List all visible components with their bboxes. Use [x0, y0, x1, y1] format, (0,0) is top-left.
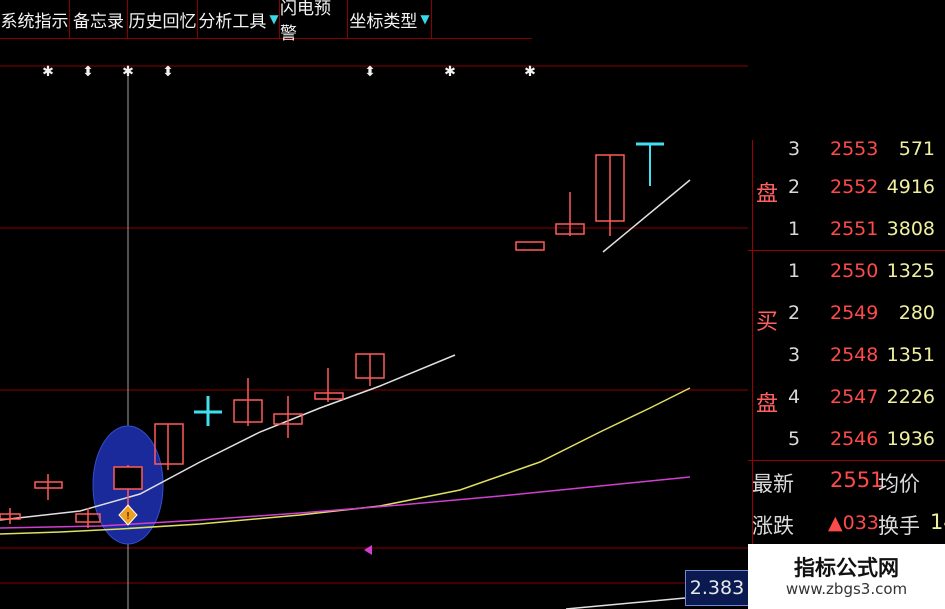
change-value: ▲033 — [828, 512, 879, 534]
price: 2549 — [830, 302, 879, 324]
star-icon[interactable]: ✱ — [42, 64, 54, 80]
memo-button[interactable]: 备忘录 — [70, 0, 128, 38]
volume: 571 — [898, 138, 935, 160]
axis-type-button[interactable]: 坐标类型 ▼ — [348, 0, 432, 38]
candle[interactable] — [0, 508, 21, 524]
price: 2548 — [830, 344, 879, 366]
system-indicator-button[interactable]: 系统指示 — [0, 0, 70, 38]
star-icon[interactable]: ✱ — [524, 64, 536, 80]
volume: 1351 — [886, 344, 935, 366]
volume: 4916 — [886, 176, 935, 198]
level: 1 — [788, 218, 801, 240]
candle[interactable] — [233, 378, 263, 426]
diamond-marker-icon[interactable]: ⬍ — [82, 64, 94, 80]
latest-value: 2551 — [830, 468, 884, 492]
dropdown-arrow-icon: ▼ — [269, 12, 279, 26]
star-icon[interactable]: ✱ — [444, 64, 456, 80]
candlestick-chart[interactable]: ✱ ⬍ ✱ ⬍ ⬍ ✱ ✱ ! — [0, 38, 748, 609]
buy-side-label: 盘 — [756, 392, 779, 417]
candle[interactable] — [555, 192, 585, 236]
analysis-tools-label: 分析工具 — [198, 11, 267, 32]
order-book-panel: 3 2553 571 2 2552 4916 1 2551 3808 盘 1 2… — [748, 138, 945, 609]
volume: 2226 — [886, 386, 935, 408]
svg-text:!: ! — [126, 511, 130, 522]
history-button[interactable]: 历史回忆 — [128, 0, 198, 38]
sell-row[interactable]: 3 2553 571 — [748, 132, 945, 174]
flash-alert-button[interactable]: 闪电预警 — [280, 0, 348, 44]
divider — [748, 460, 945, 461]
buy-side-label: 买 — [756, 310, 779, 335]
watermark-title: 指标公式网 — [794, 556, 899, 580]
ma-white-line-segment — [602, 179, 691, 253]
level: 3 — [788, 138, 801, 160]
ma-white-line — [0, 354, 456, 521]
level: 1 — [788, 260, 801, 282]
level: 2 — [788, 176, 801, 198]
price: 2551 — [830, 218, 879, 240]
buy-row[interactable]: 3 2548 1351 — [748, 338, 945, 380]
price: 2546 — [830, 428, 879, 450]
price: 2550 — [830, 260, 879, 282]
analysis-tools-button[interactable]: 分析工具 ▼ — [198, 0, 280, 38]
sell-row[interactable]: 1 2551 3808 — [748, 212, 945, 254]
dropdown-arrow-icon: ▼ — [420, 12, 430, 26]
history-label: 历史回忆 — [128, 11, 197, 32]
system-indicator-label: 系统指示 — [0, 11, 69, 32]
turnover-label: 换手 — [878, 514, 920, 538]
volume: 280 — [898, 302, 935, 324]
buy-row[interactable]: 5 2546 1936 — [748, 422, 945, 464]
candle[interactable] — [595, 154, 625, 236]
diamond-marker-icon[interactable]: ⬍ — [364, 64, 376, 80]
doji-candle[interactable] — [194, 396, 222, 426]
level: 4 — [788, 386, 801, 408]
candle[interactable] — [515, 241, 545, 251]
volume: 3808 — [886, 218, 935, 240]
price: 2553 — [830, 138, 879, 160]
change-label: 涨跌 — [752, 514, 794, 538]
level: 3 — [788, 344, 801, 366]
toolbar: 系统指示 备忘录 历史回忆 分析工具 ▼ 闪电预警 坐标类型 ▼ — [0, 0, 532, 44]
candle[interactable] — [314, 368, 344, 402]
memo-label: 备忘录 — [73, 11, 124, 32]
doji-candle[interactable] — [636, 142, 664, 186]
price: 2552 — [830, 176, 879, 198]
sell-side-label: 盘 — [756, 182, 779, 207]
indicator-line — [565, 597, 686, 609]
axis-type-label: 坐标类型 — [349, 11, 418, 32]
indicator-value-box: 2.383 — [685, 570, 749, 606]
watermark-url: www.zbgs3.com — [785, 580, 908, 598]
volume: 1325 — [886, 260, 935, 282]
divider — [748, 250, 945, 251]
level: 2 — [788, 302, 801, 324]
avg-price-label: 均价 — [878, 472, 920, 496]
volume: 1936 — [886, 428, 935, 450]
diamond-marker-icon[interactable]: ⬍ — [162, 64, 174, 80]
buy-row[interactable]: 1 2550 1325 — [748, 254, 945, 296]
watermark: 指标公式网 www.zbgs3.com — [748, 544, 945, 609]
star-icon[interactable]: ✱ — [122, 64, 134, 80]
level: 5 — [788, 428, 801, 450]
turnover-value: 14 — [930, 510, 945, 534]
price: 2547 — [830, 386, 879, 408]
triangle-left-icon — [364, 545, 372, 555]
latest-label: 最新 — [752, 472, 794, 496]
indicator-value: 2.383 — [689, 577, 745, 599]
candle[interactable] — [355, 353, 385, 386]
candle[interactable] — [34, 474, 63, 500]
